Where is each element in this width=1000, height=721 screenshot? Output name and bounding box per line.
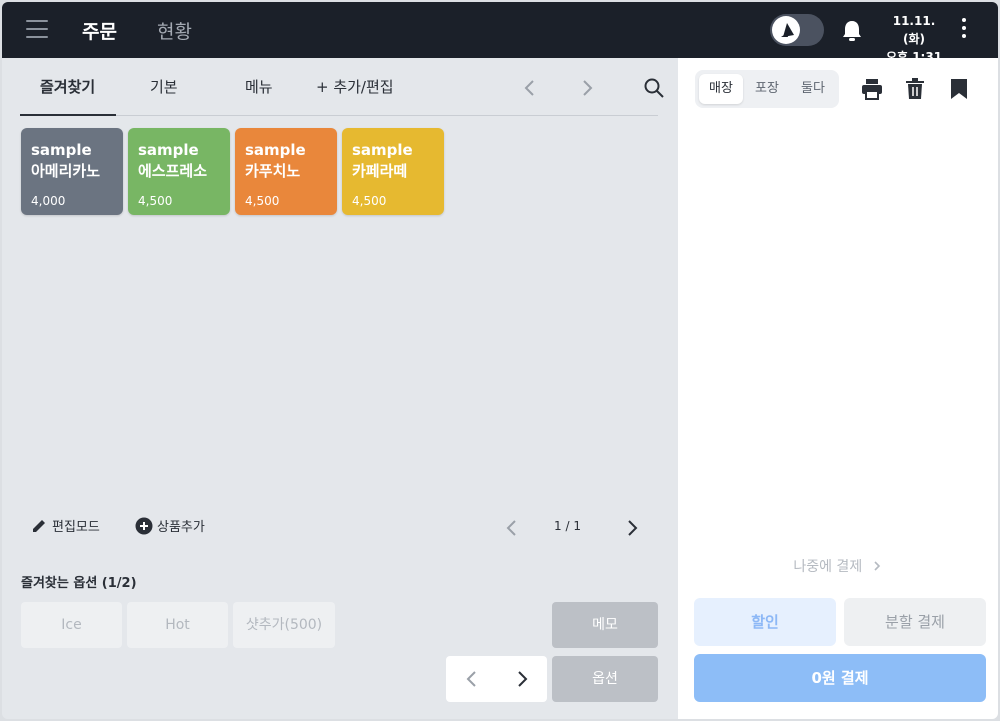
dining-type-segment: 매장 포장 둘다 [695,70,839,108]
product-name-line2: 에스프레소 [138,162,208,180]
page-current: 1 [554,519,562,533]
edit-mode-button[interactable]: 편집모드 [30,516,100,535]
edit-mode-label: 편집모드 [52,520,100,535]
segment-dine-in[interactable]: 매장 [699,74,743,104]
product-name-line2: 카푸치노 [245,162,301,180]
product-tile-americano[interactable]: sample 아메리카노 4,000 [21,128,123,215]
option-ice[interactable]: Ice [21,602,122,648]
favorite-options-title: 즐겨찾는 옵션 (1/2) [21,576,137,591]
tab-basic[interactable]: 기본 [150,76,178,116]
product-name-line1: sample [138,141,199,159]
nav-order[interactable]: 주문 [82,17,117,44]
trash-icon[interactable] [905,78,925,100]
top-bar: 주문 현황 11.11. (화) 오후 1:31 [2,2,998,64]
product-tile-cappuccino[interactable]: sample 카푸치노 4,500 [235,128,337,215]
more-icon[interactable] [962,18,968,42]
tab-next-icon[interactable] [577,78,597,98]
tab-menu[interactable]: 메뉴 [245,76,273,116]
active-tab-indicator [20,114,116,116]
split-payment-button[interactable]: 분할 결제 [844,598,986,646]
add-product-label: 상품추가 [157,520,205,535]
pencil-icon [33,520,45,532]
product-price: 4,500 [245,194,280,208]
product-name-line1: sample [31,141,92,159]
option-button[interactable]: 옵션 [552,656,658,702]
add-product-button[interactable]: 상품추가 [135,516,205,535]
discount-button[interactable]: 할인 [694,598,836,646]
option-prev-icon[interactable] [462,669,482,689]
pay-later-link[interactable]: 나중에 결제 [678,556,998,576]
product-tile-cafe-latte[interactable]: sample 카페라떼 4,500 [342,128,444,215]
tab-prev-icon[interactable] [520,78,540,98]
tab-add-edit[interactable]: + 추가/편집 [316,76,394,116]
page-indicator: 1 / 1 [554,519,581,533]
toggle-knob [772,16,800,44]
category-tabs: 즐겨찾기 기본 메뉴 + 추가/편집 [20,58,664,116]
segment-both[interactable]: 둘다 [791,74,835,104]
tab-favorites[interactable]: 즐겨찾기 [40,76,95,116]
product-name-line2: 아메리카노 [31,162,101,180]
product-price: 4,500 [352,194,387,208]
pay-later-label: 나중에 결제 [793,559,863,575]
option-extra-shot[interactable]: 샷추가(500) [233,602,335,648]
chevron-right-icon [874,561,880,571]
page-next-icon[interactable] [622,518,642,538]
search-icon[interactable] [643,77,665,99]
date-text: 11.11. (화) [892,14,936,46]
product-panel: 즐겨찾기 기본 메뉴 + 추가/편집 sample 아메리카노 4,000 sa… [2,58,678,719]
option-hot[interactable]: Hot [127,602,228,648]
page-separator: / [561,519,574,533]
segment-takeout[interactable]: 포장 [745,74,789,104]
menu-icon[interactable] [26,20,48,40]
order-panel: 매장 포장 둘다 나중에 결제 할인 분할 결제 0원 결제 [678,58,998,719]
memo-button[interactable]: 메모 [552,602,658,648]
option-next-icon[interactable] [512,669,532,689]
product-tile-espresso[interactable]: sample 에스프레소 4,500 [128,128,230,215]
product-price: 4,500 [138,194,173,208]
product-name-line1: sample [245,141,306,159]
plus-circle-icon [135,517,153,535]
page-total: 1 [573,519,581,533]
pay-button[interactable]: 0원 결제 [694,654,986,702]
mode-toggle[interactable] [770,14,824,46]
print-icon[interactable] [860,78,884,100]
product-price: 4,000 [31,194,66,208]
page-prev-icon[interactable] [502,518,522,538]
nav-status[interactable]: 현황 [157,17,192,44]
option-pager [446,656,547,702]
app-window: 주문 현황 11.11. (화) 오후 1:31 즐겨찾기 기본 메뉴 + 추가… [2,2,998,719]
bookmark-icon[interactable] [950,78,968,100]
pos-mode-icon [781,23,794,37]
product-name-line1: sample [352,141,413,159]
product-name-line2: 카페라떼 [352,162,408,180]
bell-icon[interactable] [840,18,864,44]
